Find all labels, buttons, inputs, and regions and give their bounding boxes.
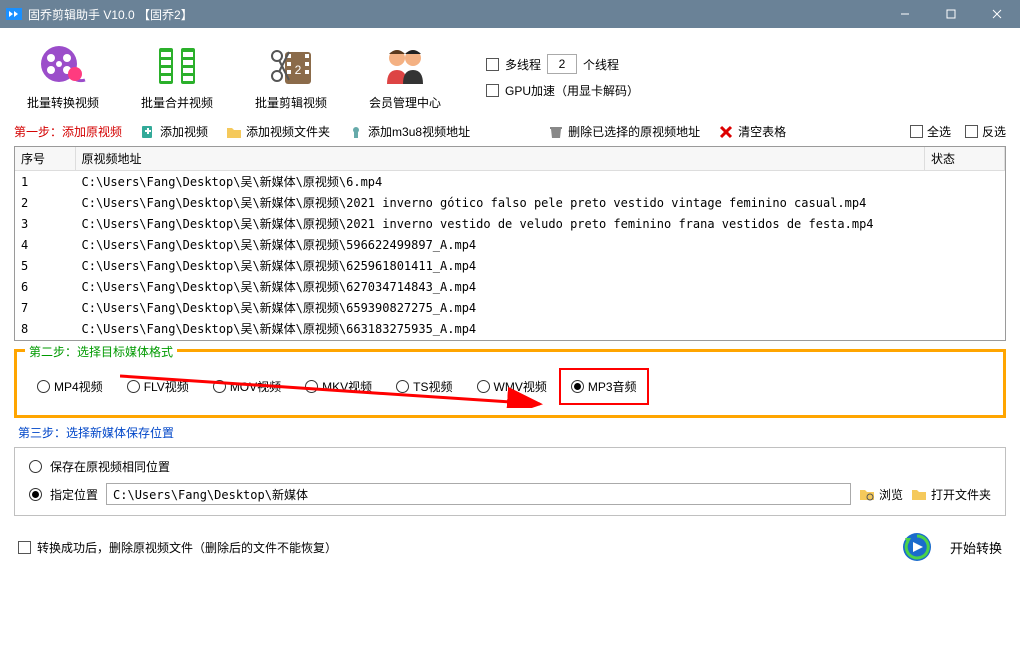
format-radio-FLV视频[interactable]: FLV视频 bbox=[127, 378, 189, 395]
tool-label: 会员管理中心 bbox=[369, 94, 441, 111]
link-icon bbox=[348, 124, 364, 140]
browse-button[interactable]: 浏览 bbox=[859, 486, 903, 503]
format-radio-MKV视频[interactable]: MKV视频 bbox=[305, 378, 372, 395]
format-radio-MP3音频[interactable]: MP3音频 bbox=[559, 368, 649, 405]
invert-icon bbox=[965, 125, 978, 138]
app-icon bbox=[6, 8, 22, 20]
titlebar: 固乔剪辑助手 V10.0 【固乔2】 bbox=[0, 0, 1020, 28]
radio-label: WMV视频 bbox=[494, 378, 547, 395]
radio-label: TS视频 bbox=[413, 378, 452, 395]
delete-selected-button[interactable]: 删除已选择的原视频地址 bbox=[548, 123, 700, 140]
same-location-label: 保存在原视频相同位置 bbox=[50, 458, 170, 475]
table-row[interactable]: 9C:\Users\Fang\Desktop\吴\新媒体\原视频\6634041… bbox=[15, 339, 1005, 341]
col-status[interactable]: 状态 bbox=[925, 147, 1005, 171]
threads-input[interactable] bbox=[547, 54, 577, 74]
save-location-group: 保存在原视频相同位置 指定位置 浏览 打开文件夹 bbox=[14, 447, 1006, 516]
format-radio-WMV视频[interactable]: WMV视频 bbox=[477, 378, 547, 395]
multithread-label: 多线程 bbox=[505, 56, 541, 73]
add-m3u8-button[interactable]: 添加m3u8视频地址 bbox=[348, 123, 470, 140]
radio-icon bbox=[37, 380, 50, 393]
table-row[interactable]: 1C:\Users\Fang\Desktop\吴\新媒体\原视频\6.mp4 bbox=[15, 171, 1005, 193]
format-radio-MOV视频[interactable]: MOV视频 bbox=[213, 378, 281, 395]
tool-label: 批量剪辑视频 bbox=[255, 94, 327, 111]
main-toolbar: 批量转换视频 批量合并视频 2 批量剪辑视频 会员管理中心 bbox=[14, 36, 1006, 121]
batch-convert-button[interactable]: 批量转换视频 bbox=[18, 42, 108, 111]
delete-after-checkbox[interactable] bbox=[18, 541, 31, 554]
step3-title: 第三步：选择新媒体保存位置 bbox=[18, 424, 1006, 441]
bottom-row: 转换成功后，删除原视频文件（删除后的文件不能恢复） 开始转换 bbox=[14, 530, 1006, 564]
batch-edit-button[interactable]: 2 批量剪辑视频 bbox=[246, 42, 336, 111]
filmstrip-icon bbox=[150, 42, 204, 90]
people-icon bbox=[378, 42, 432, 90]
batch-merge-button[interactable]: 批量合并视频 bbox=[132, 42, 222, 111]
format-radio-row: MP4视频 FLV视频 MOV视频 MKV视频 TS视频 WMV视频 MP3音频 bbox=[29, 378, 991, 395]
table-row[interactable]: 3C:\Users\Fang\Desktop\吴\新媒体\原视频\2021 in… bbox=[15, 213, 1005, 234]
multithread-checkbox[interactable] bbox=[486, 58, 499, 71]
start-button[interactable]: 开始转换 bbox=[950, 538, 1002, 557]
add-video-button[interactable]: 添加视频 bbox=[140, 123, 208, 140]
radio-label: MOV视频 bbox=[230, 378, 281, 395]
radio-icon bbox=[305, 380, 318, 393]
radio-label: MKV视频 bbox=[322, 378, 372, 395]
threads-suffix: 个线程 bbox=[583, 56, 619, 73]
close-button[interactable] bbox=[974, 0, 1020, 28]
svg-text:2: 2 bbox=[295, 63, 302, 77]
format-radio-TS视频[interactable]: TS视频 bbox=[396, 378, 452, 395]
gpu-checkbox[interactable] bbox=[486, 84, 499, 97]
step1-actions: 第一步：添加原视频 添加视频 添加视频文件夹 添加m3u8视频地址 删除已选择的… bbox=[14, 121, 1006, 146]
col-path[interactable]: 原视频地址 bbox=[75, 147, 925, 171]
select-all-icon bbox=[910, 125, 923, 138]
radio-label: MP4视频 bbox=[54, 378, 103, 395]
folder-icon bbox=[226, 124, 242, 140]
search-folder-icon bbox=[859, 486, 875, 502]
trash-icon bbox=[548, 124, 564, 140]
format-group: 第二步：选择目标媒体格式 MP4视频FLV视频MOV视频MKV视频TS视频WMV… bbox=[14, 349, 1006, 418]
clear-table-button[interactable]: 清空表格 bbox=[718, 123, 786, 140]
radio-label: FLV视频 bbox=[144, 378, 189, 395]
add-folder-button[interactable]: 添加视频文件夹 bbox=[226, 123, 330, 140]
film-reel-icon bbox=[36, 42, 90, 90]
start-icon[interactable] bbox=[900, 530, 934, 564]
minimize-button[interactable] bbox=[882, 0, 928, 28]
video-table[interactable]: 序号 原视频地址 状态 1C:\Users\Fang\Desktop\吴\新媒体… bbox=[14, 146, 1006, 341]
open-folder-icon bbox=[911, 486, 927, 502]
add-file-icon bbox=[140, 124, 156, 140]
tool-label: 批量合并视频 bbox=[141, 94, 213, 111]
table-row[interactable]: 6C:\Users\Fang\Desktop\吴\新媒体\原视频\6270347… bbox=[15, 276, 1005, 297]
custom-location-radio[interactable] bbox=[29, 488, 42, 501]
maximize-button[interactable] bbox=[928, 0, 974, 28]
radio-icon bbox=[127, 380, 140, 393]
gpu-label: GPU加速（用显卡解码） bbox=[505, 82, 639, 99]
step2-title: 第二步：选择目标媒体格式 bbox=[25, 343, 177, 360]
select-all-button[interactable]: 全选 bbox=[910, 123, 951, 140]
same-location-radio[interactable] bbox=[29, 460, 42, 473]
open-folder-button[interactable]: 打开文件夹 bbox=[911, 486, 991, 503]
radio-label: MP3音频 bbox=[588, 378, 637, 395]
radio-icon bbox=[477, 380, 490, 393]
step1-title: 第一步：添加原视频 bbox=[14, 123, 122, 140]
x-icon bbox=[718, 124, 734, 140]
col-seq[interactable]: 序号 bbox=[15, 147, 75, 171]
member-center-button[interactable]: 会员管理中心 bbox=[360, 42, 450, 111]
table-row[interactable]: 4C:\Users\Fang\Desktop\吴\新媒体\原视频\5966224… bbox=[15, 234, 1005, 255]
save-path-input[interactable] bbox=[106, 483, 851, 505]
table-row[interactable]: 2C:\Users\Fang\Desktop\吴\新媒体\原视频\2021 in… bbox=[15, 192, 1005, 213]
custom-location-label: 指定位置 bbox=[50, 486, 98, 503]
table-row[interactable]: 8C:\Users\Fang\Desktop\吴\新媒体\原视频\6631832… bbox=[15, 318, 1005, 339]
delete-after-label: 转换成功后，删除原视频文件（删除后的文件不能恢复） bbox=[37, 539, 337, 556]
tool-label: 批量转换视频 bbox=[27, 94, 99, 111]
clapper-icon: 2 bbox=[264, 42, 318, 90]
format-radio-MP4视频[interactable]: MP4视频 bbox=[37, 378, 103, 395]
radio-icon bbox=[571, 380, 584, 393]
invert-selection-button[interactable]: 反选 bbox=[965, 123, 1006, 140]
radio-icon bbox=[213, 380, 226, 393]
window-title: 固乔剪辑助手 V10.0 【固乔2】 bbox=[28, 6, 882, 23]
table-row[interactable]: 7C:\Users\Fang\Desktop\吴\新媒体\原视频\6593908… bbox=[15, 297, 1005, 318]
radio-icon bbox=[396, 380, 409, 393]
table-row[interactable]: 5C:\Users\Fang\Desktop\吴\新媒体\原视频\6259618… bbox=[15, 255, 1005, 276]
